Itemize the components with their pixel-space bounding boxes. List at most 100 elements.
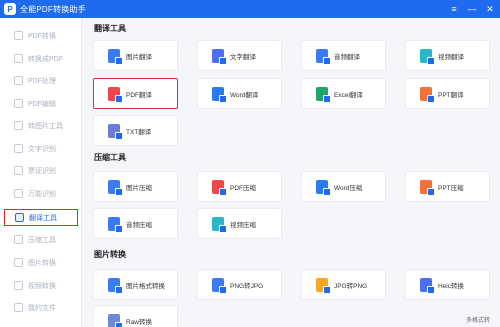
tool-card[interactable]: Word翻译 [197, 78, 282, 109]
section-title: 压缩工具 [94, 153, 126, 162]
sidebar-item-icon [14, 303, 23, 312]
video-compress-icon [212, 216, 227, 233]
txt-translate-icon [108, 123, 123, 140]
tool-card[interactable]: PDF翻译 [93, 78, 178, 109]
image-translate-icon [108, 48, 123, 65]
tool-card[interactable]: TXT翻译 [93, 115, 178, 146]
sidebar-item[interactable]: 视频转换 [4, 277, 78, 294]
sidebar-item-label: 我的文件 [28, 304, 56, 312]
sidebar-item-icon [14, 76, 23, 85]
app-title: 全能PDF转换助手 [20, 4, 86, 14]
tool-card-label: PDF翻译 [126, 91, 152, 99]
tool-card[interactable]: 图片翻译 [93, 40, 178, 71]
minimize-button[interactable]: — [466, 3, 478, 15]
sidebar-item[interactable]: 文字识别 [4, 140, 78, 157]
tool-card-label: 图片压缩 [126, 184, 152, 192]
sidebar-item[interactable]: 票证识别 [4, 162, 78, 179]
pdf-translate-icon [108, 86, 123, 103]
sidebar-item-label: 图片转换 [28, 259, 56, 267]
sidebar-item-label: 翻译工具 [29, 214, 57, 222]
sidebar-item-icon [14, 281, 23, 290]
image-compress-icon [108, 179, 123, 196]
tool-card-label: Word压缩 [334, 184, 363, 192]
sidebar-item-icon [14, 99, 23, 108]
tool-card-label: Heic转换 [438, 282, 465, 290]
tool-card-label: Excel翻译 [334, 91, 363, 99]
sidebar-item[interactable]: 万能识别 [4, 185, 78, 202]
sidebar-item-icon [14, 189, 23, 198]
tool-card-label: 视频翻译 [438, 53, 464, 61]
tool-card[interactable]: Raw转换 [93, 305, 178, 327]
png-to-jpg-icon [212, 277, 227, 294]
tool-card[interactable]: 音频翻译 [301, 40, 386, 71]
sidebar-item-label: 文字识别 [28, 145, 56, 153]
tool-card-label: TXT翻译 [126, 128, 152, 136]
tool-card[interactable]: PPT压缩 [405, 171, 490, 202]
section-title: 图片转换 [94, 250, 126, 259]
raw-convert-icon [108, 313, 123, 327]
sidebar-item[interactable]: PDF处理 [4, 72, 78, 89]
sidebar-item[interactable]: 翻译工具 [4, 209, 78, 226]
tool-card[interactable]: 图片格式转换 [93, 269, 178, 300]
section-title: 翻译工具 [94, 24, 126, 33]
tool-card-label: Word翻译 [230, 91, 259, 99]
tool-card-label: PPT压缩 [438, 184, 464, 192]
excel-translate-icon [316, 86, 331, 103]
sidebar-item-label: PDF转换 [28, 32, 56, 40]
main-content: 翻译工具图片翻译 文字翻译 音频翻译 视频翻译 PDF翻译 Word翻译 Excel翻译 PP… [83, 18, 500, 327]
sidebar-item-label: 万能识别 [28, 190, 56, 198]
tool-card[interactable]: Excel翻译 [301, 78, 386, 109]
audio-translate-icon [316, 48, 331, 65]
sidebar-item-icon [14, 166, 23, 175]
sidebar-item-label: 视频转换 [28, 282, 56, 290]
image-format-convert-icon [108, 277, 123, 294]
tool-card-label: 视频压缩 [230, 221, 256, 229]
text-translate-icon [212, 48, 227, 65]
sidebar-item[interactable]: PDF转换 [4, 27, 78, 44]
word-translate-icon [212, 86, 227, 103]
menu-icon[interactable]: ≡ [448, 3, 460, 15]
sidebar-item-label: 票证识别 [28, 167, 56, 175]
tool-card-label: Raw转换 [126, 318, 153, 326]
tool-card[interactable]: 视频压缩 [197, 208, 282, 239]
sidebar-item[interactable]: 我的文件 [4, 299, 78, 316]
title-bar: P 全能PDF转换助手 ≡ — ✕ [0, 0, 500, 18]
sidebar-item-icon [14, 121, 23, 130]
sidebar-item[interactable]: 压缩工具 [4, 231, 78, 248]
footer-link[interactable]: 多格式转 [466, 315, 490, 324]
sidebar-item-label: PDF处理 [28, 77, 56, 85]
sidebar-item-icon [14, 258, 23, 267]
sidebar-item[interactable]: 转换成PDF [4, 50, 78, 67]
tool-card-label: 音频翻译 [334, 53, 360, 61]
tool-card[interactable]: Heic转换 [405, 269, 490, 300]
heic-convert-icon [420, 277, 435, 294]
sidebar-item[interactable]: 转图片工具 [4, 117, 78, 134]
close-button[interactable]: ✕ [484, 3, 496, 15]
tool-card[interactable]: 文字翻译 [197, 40, 282, 71]
pdf-compress-icon [212, 179, 227, 196]
sidebar-item[interactable]: PDF编辑 [4, 95, 78, 112]
jpg-to-png-icon [316, 277, 331, 294]
tool-card[interactable]: Word压缩 [301, 171, 386, 202]
tool-card[interactable]: JPG转PNG [301, 269, 386, 300]
sidebar-item-label: 转图片工具 [28, 122, 63, 130]
tool-card[interactable]: PNG转JPG [197, 269, 282, 300]
sidebar-item-label: PDF编辑 [28, 100, 56, 108]
tool-card-label: 图片格式转换 [126, 282, 165, 290]
tool-card[interactable]: PDF压缩 [197, 171, 282, 202]
tool-card[interactable]: 图片压缩 [93, 171, 178, 202]
tool-card-label: 图片翻译 [126, 53, 152, 61]
tool-card[interactable]: 音频压缩 [93, 208, 178, 239]
sidebar-item-icon [14, 235, 23, 244]
sidebar-item-label: 压缩工具 [28, 236, 56, 244]
tool-card[interactable]: PPT翻译 [405, 78, 490, 109]
audio-compress-icon [108, 216, 123, 233]
tool-card[interactable]: 视频翻译 [405, 40, 490, 71]
app-logo-icon: P [4, 3, 16, 15]
window-controls: ≡ — ✕ [448, 0, 496, 18]
sidebar-item[interactable]: 图片转换 [4, 254, 78, 271]
tool-card-label: 文字翻译 [230, 53, 256, 61]
sidebar-item-icon [14, 31, 23, 40]
video-translate-icon [420, 48, 435, 65]
tool-card-label: JPG转PNG [334, 282, 368, 290]
